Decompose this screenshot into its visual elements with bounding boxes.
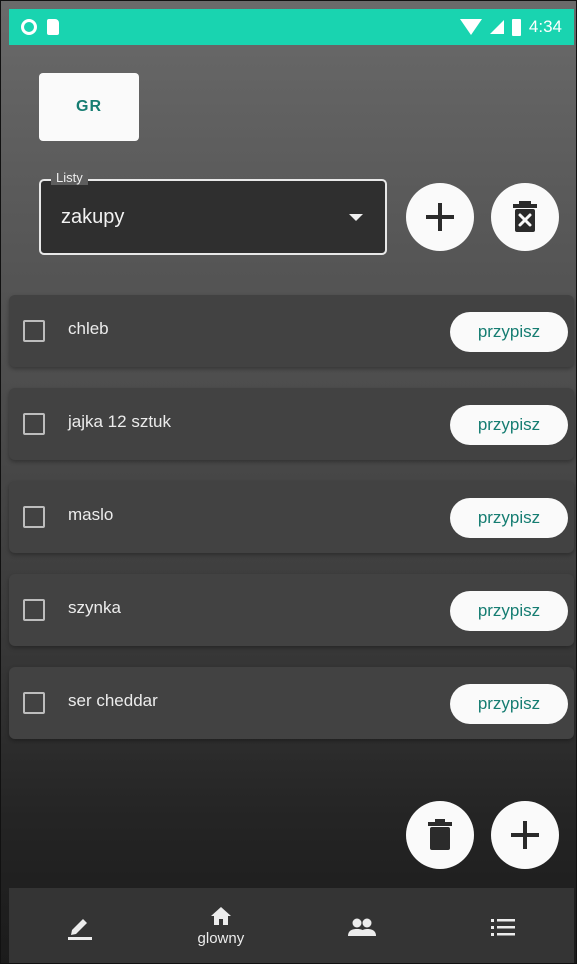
item-checkbox[interactable] <box>23 320 45 342</box>
item-label: ser cheddar <box>68 691 158 710</box>
cell-signal-icon <box>489 20 504 34</box>
delete-list-button[interactable] <box>491 183 559 251</box>
item-label: szynka <box>68 598 121 617</box>
item-label: chleb <box>68 319 109 338</box>
item-label: jajka 12 sztuk <box>68 412 171 431</box>
pencil-icon <box>67 918 92 940</box>
battery-icon <box>511 18 521 36</box>
group-button[interactable]: GR <box>39 73 139 141</box>
plus-icon <box>426 203 454 231</box>
dropdown-caret-icon <box>349 214 363 221</box>
bottom-nav: glowny <box>9 888 574 963</box>
item-checkbox[interactable] <box>23 506 45 528</box>
add-item-button[interactable] <box>491 801 559 869</box>
people-icon <box>348 918 377 936</box>
plus-icon <box>511 821 539 849</box>
status-time: 4:34 <box>528 17 562 36</box>
assign-button[interactable]: przypisz <box>450 405 568 445</box>
main-content: GR Listy zakupy chleb przypisz jajka 12 … <box>9 45 574 888</box>
item-checkbox[interactable] <box>23 599 45 621</box>
trash-icon <box>428 819 452 850</box>
nav-item-list[interactable] <box>433 888 574 963</box>
delete-forever-icon <box>513 201 537 232</box>
list-item: szynka przypisz <box>9 574 574 646</box>
assign-button[interactable]: przypisz <box>450 312 568 352</box>
nav-item-edit[interactable] <box>9 888 150 963</box>
item-label: maslo <box>68 505 114 524</box>
app-screen: 4:34 GR Listy zakupy chleb przypisz jajk… <box>0 0 577 964</box>
notification-circle-icon <box>21 19 37 35</box>
assign-button[interactable]: przypisz <box>450 684 568 724</box>
assign-button[interactable]: przypisz <box>450 591 568 631</box>
list-item: ser cheddar przypisz <box>9 667 574 739</box>
nav-item-people[interactable] <box>292 888 433 963</box>
list-item: jajka 12 sztuk przypisz <box>9 388 574 460</box>
list-icon <box>491 918 516 936</box>
home-icon <box>210 907 231 925</box>
wifi-icon <box>459 19 482 35</box>
status-bar: 4:34 <box>9 9 574 45</box>
list-select-value: zakupy <box>61 205 125 228</box>
sd-card-icon <box>47 19 59 35</box>
nav-item-home[interactable]: glowny <box>150 888 291 963</box>
list-item: chleb przypisz <box>9 295 574 367</box>
group-button-label: GR <box>76 98 102 115</box>
list-select-legend: Listy <box>51 170 88 185</box>
item-checkbox[interactable] <box>23 413 45 435</box>
list-item: maslo przypisz <box>9 481 574 553</box>
delete-items-button[interactable] <box>406 801 474 869</box>
list-select[interactable]: Listy zakupy <box>39 170 387 255</box>
nav-item-home-label: glowny <box>197 930 245 947</box>
assign-button[interactable]: przypisz <box>450 498 568 538</box>
item-checkbox[interactable] <box>23 692 45 714</box>
add-list-button[interactable] <box>406 183 474 251</box>
